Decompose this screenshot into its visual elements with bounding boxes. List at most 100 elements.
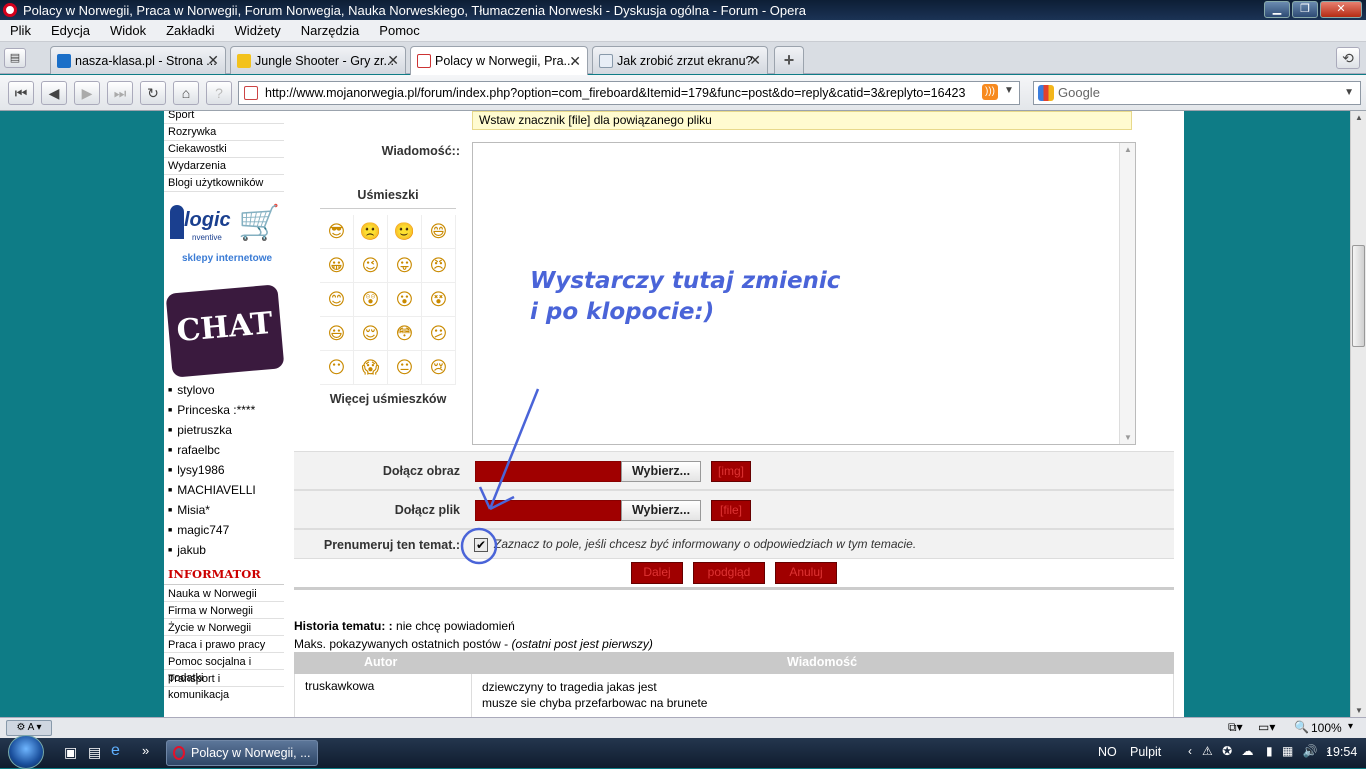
- grin-smiley-icon[interactable]: 😄: [422, 215, 456, 249]
- zoom-level[interactable]: 100%: [1311, 721, 1342, 735]
- start-button[interactable]: [8, 735, 44, 769]
- close-button[interactable]: ✕: [1320, 1, 1362, 18]
- file-tag-button[interactable]: [file]: [711, 500, 751, 521]
- zoom-dropdown-icon[interactable]: ▾: [1348, 721, 1353, 732]
- logic-inventive-logo[interactable]: logic nventive 🛒 sklepy internetowe: [168, 201, 286, 269]
- tab-zrzut-ekranu[interactable]: Jak zrobić zrzut ekranu? ✕: [592, 46, 768, 74]
- cry-smiley-icon[interactable]: 😢: [422, 351, 456, 385]
- wink-smiley-icon[interactable]: 😉: [354, 249, 388, 283]
- address-dropdown-icon[interactable]: ▼: [1004, 85, 1014, 96]
- panel-toggle-icon[interactable]: ▤: [4, 48, 26, 68]
- user-item[interactable]: MACHIAVELLI: [164, 481, 284, 501]
- image-file-input[interactable]: [475, 461, 621, 482]
- rewind-icon[interactable]: ⏮: [8, 81, 34, 105]
- tab-nasza-klasa[interactable]: nasza-klasa.pl - Strona ... ✕: [50, 46, 226, 74]
- cool-smiley-icon[interactable]: 😎: [320, 215, 354, 249]
- sad-smiley-icon[interactable]: 🙁: [354, 215, 388, 249]
- chat-banner[interactable]: CHAT: [165, 284, 285, 378]
- sidebar-link-sport[interactable]: Sport: [164, 111, 284, 124]
- happy-smiley-icon[interactable]: 😀: [320, 249, 354, 283]
- user-item[interactable]: stylovo: [164, 381, 284, 401]
- informator-link[interactable]: Życie w Norwegii: [164, 619, 284, 636]
- scroll-down-icon[interactable]: ▼: [1124, 433, 1132, 442]
- scroll-up-icon[interactable]: ▲: [1124, 145, 1132, 154]
- panel-icon[interactable]: ⧉▾: [1228, 720, 1243, 735]
- ie-icon[interactable]: e: [111, 742, 120, 760]
- informator-link[interactable]: Nauka w Norwegii: [164, 585, 284, 602]
- informator-link[interactable]: Firma w Norwegii: [164, 602, 284, 619]
- neutral-smiley-icon[interactable]: 😐: [388, 351, 422, 385]
- user-item[interactable]: Misia*: [164, 501, 284, 521]
- clock[interactable]: 19:54: [1326, 745, 1357, 759]
- tray-expand-icon[interactable]: ‹: [1188, 744, 1192, 758]
- cancel-button[interactable]: Anuluj: [775, 562, 837, 584]
- angry-smiley-icon[interactable]: 😠: [422, 249, 456, 283]
- user-item[interactable]: rafaelbc: [164, 441, 284, 461]
- tab-polacy-w-norwegii[interactable]: Polacy w Norwegii, Pra... ✕: [410, 46, 588, 75]
- system-tray-icons[interactable]: ▮ ▦ 🔊 ‹: [1266, 744, 1334, 758]
- new-tab-button[interactable]: +: [774, 46, 804, 74]
- menu-widok[interactable]: Widok: [100, 23, 156, 38]
- choose-image-button[interactable]: Wybierz...: [621, 461, 701, 482]
- img-tag-button[interactable]: [img]: [711, 461, 751, 482]
- forward-icon[interactable]: ▶: [74, 81, 100, 105]
- sidebar-link-wydarzenia[interactable]: Wydarzenia: [164, 158, 284, 175]
- laugh-smiley-icon[interactable]: 😃: [320, 317, 354, 351]
- shy-smiley-icon[interactable]: 😶: [320, 351, 354, 385]
- user-item[interactable]: magic747: [164, 521, 284, 541]
- search-input[interactable]: Google ▼: [1033, 81, 1361, 105]
- user-item[interactable]: jakub: [164, 541, 284, 561]
- show-desktop-icon[interactable]: ▣: [64, 744, 77, 761]
- informator-link[interactable]: Praca i prawo pracy: [164, 636, 284, 653]
- menu-edycja[interactable]: Edycja: [41, 23, 100, 38]
- blush-smiley-icon[interactable]: 😊: [320, 283, 354, 317]
- explorer-icon[interactable]: ▤: [88, 744, 101, 761]
- textarea-scrollbar[interactable]: ▲ ▼: [1119, 143, 1135, 444]
- restore-button[interactable]: ❐: [1292, 1, 1318, 18]
- zoom-icon[interactable]: 🔍: [1294, 720, 1309, 734]
- desktop-toolbar[interactable]: Pulpit: [1130, 745, 1161, 759]
- subscribe-checkbox[interactable]: ✔: [474, 538, 488, 552]
- view-icon[interactable]: ▭▾: [1258, 720, 1275, 734]
- shocked-smiley-icon[interactable]: 😲: [354, 283, 388, 317]
- closed-tabs-icon[interactable]: ⟲: [1336, 47, 1360, 69]
- preview-button[interactable]: podgląd: [693, 562, 765, 584]
- reload-icon[interactable]: ↻: [140, 81, 166, 105]
- more-smileys-link[interactable]: Więcej uśmieszków: [320, 387, 456, 411]
- smile-smiley-icon[interactable]: 🙂: [388, 215, 422, 249]
- row-author[interactable]: truskawkowa: [305, 679, 374, 693]
- address-bar[interactable]: http://www.mojanorwegia.pl/forum/index.p…: [238, 81, 1020, 105]
- tab-close-icon[interactable]: ✕: [569, 53, 581, 70]
- eyes-smiley-icon[interactable]: 😳: [388, 317, 422, 351]
- scroll-down-icon[interactable]: ▼: [1355, 706, 1363, 715]
- informator-link[interactable]: Pomoc socjalna i podatki: [164, 653, 284, 684]
- taskbar-opera-window[interactable]: Polacy w Norwegii, ...: [166, 740, 318, 766]
- page-scrollbar[interactable]: ▲ ▼: [1350, 111, 1366, 717]
- user-item[interactable]: lysy1986: [164, 461, 284, 481]
- menu-plik[interactable]: Plik: [0, 23, 41, 38]
- scroll-up-icon[interactable]: ▲: [1355, 113, 1363, 122]
- sidebar-link-blogi[interactable]: Blogi użytkowników: [164, 175, 284, 192]
- choose-file-button[interactable]: Wybierz...: [621, 500, 701, 521]
- search-dropdown-icon[interactable]: ▼: [1344, 82, 1354, 104]
- minimize-button[interactable]: ▁: [1264, 1, 1290, 18]
- quicklaunch-more-icon[interactable]: »: [142, 743, 149, 758]
- tab-close-icon[interactable]: ✕: [387, 52, 399, 69]
- menu-pomoc[interactable]: Pomoc: [369, 23, 429, 38]
- tray-icons[interactable]: ⚠ ✪ ☁: [1202, 744, 1256, 758]
- sidebar-link-rozrywka[interactable]: Rozrywka: [164, 124, 284, 141]
- unsure-smiley-icon[interactable]: 😕: [422, 317, 456, 351]
- wand-icon[interactable]: ?: [206, 81, 232, 105]
- submit-button[interactable]: Dalej: [631, 562, 683, 584]
- sleepy-smiley-icon[interactable]: 😌: [354, 317, 388, 351]
- speed-dial-icon[interactable]: ⚙ A ▾: [6, 720, 52, 736]
- tab-jungle-shooter[interactable]: Jungle Shooter - Gry zr... ✕: [230, 46, 406, 74]
- sidebar-link-ciekawostki[interactable]: Ciekawostki: [164, 141, 284, 158]
- rss-icon[interactable]: ))): [982, 84, 998, 100]
- language-indicator[interactable]: NO: [1098, 745, 1117, 759]
- menu-widzety[interactable]: Widżety: [225, 23, 291, 38]
- menu-zakladki[interactable]: Zakładki: [156, 23, 224, 38]
- user-item[interactable]: Princeska :****: [164, 401, 284, 421]
- menu-narzedzia[interactable]: Narzędzia: [291, 23, 370, 38]
- back-icon[interactable]: ◀: [41, 81, 67, 105]
